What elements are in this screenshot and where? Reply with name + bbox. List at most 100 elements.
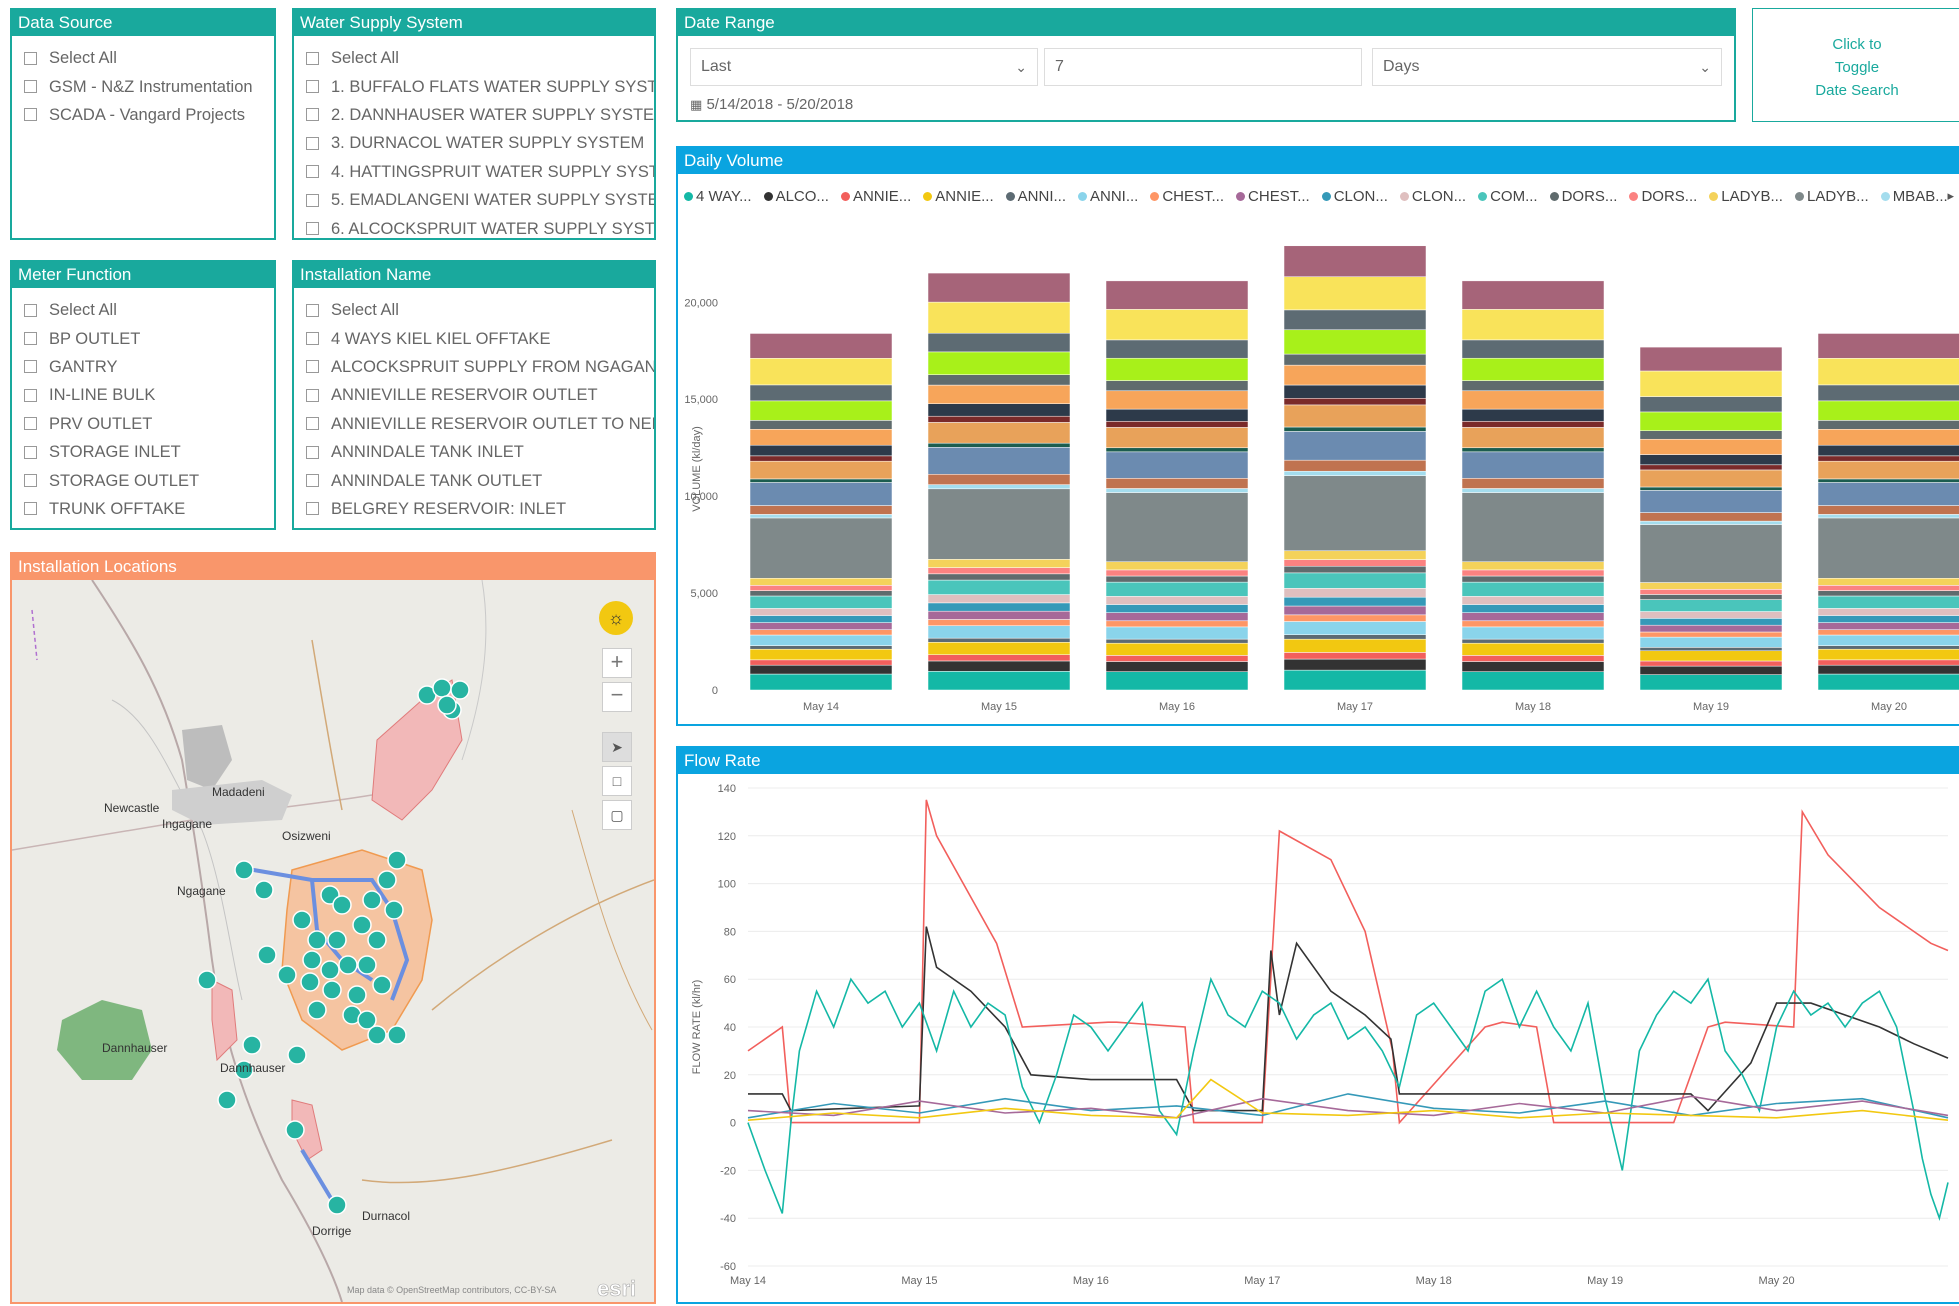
bar-segment[interactable]: [1283, 614, 1427, 622]
toggle-date-search-button[interactable]: Click to Toggle Date Search: [1752, 8, 1959, 122]
bar-segment[interactable]: [749, 420, 893, 430]
bar-segment[interactable]: [749, 517, 893, 579]
bar-segment[interactable]: [1639, 618, 1783, 626]
bar-segment[interactable]: [1461, 488, 1605, 493]
period-count-input[interactable]: 7: [1044, 48, 1362, 86]
slicer-option[interactable]: ANNIEVILLE RESERVOIR OUTLET: [306, 381, 654, 409]
bar-segment[interactable]: [749, 659, 893, 666]
bar-segment[interactable]: [1283, 245, 1427, 277]
bar-segment[interactable]: [1817, 505, 1959, 515]
bar-segment[interactable]: [1639, 411, 1783, 431]
checkbox[interactable]: [24, 474, 37, 488]
bar-segment[interactable]: [1461, 492, 1605, 563]
bar-segment[interactable]: [749, 505, 893, 515]
bar-segment[interactable]: [1461, 357, 1605, 381]
bar-segment[interactable]: [749, 608, 893, 616]
bar-segment[interactable]: [1817, 648, 1959, 661]
bar-segment[interactable]: [1639, 512, 1783, 522]
flow-series-line[interactable]: [747, 976, 1949, 1222]
bar-segment[interactable]: [1105, 626, 1249, 640]
legend-item[interactable]: 4 WAY...: [684, 188, 752, 205]
slicer-option[interactable]: GSM - N&Z Instrumentation: [24, 72, 274, 100]
bar-segment[interactable]: [1639, 594, 1783, 600]
bar-segment[interactable]: [749, 482, 893, 506]
checkbox[interactable]: [306, 388, 319, 402]
bar-segment[interactable]: [1639, 636, 1783, 648]
bar-segment[interactable]: [1817, 595, 1959, 609]
bar-segment[interactable]: [1105, 575, 1249, 583]
bar-segment[interactable]: [1105, 581, 1249, 597]
bar-segment[interactable]: [1105, 488, 1249, 493]
bar-stack[interactable]: [1639, 346, 1783, 691]
bar-segment[interactable]: [1817, 514, 1959, 519]
bar-segment[interactable]: [1639, 611, 1783, 619]
bar-segment[interactable]: [1461, 661, 1605, 672]
checkbox[interactable]: [306, 502, 319, 516]
bar-segment[interactable]: [1639, 396, 1783, 413]
bar-segment[interactable]: [1283, 550, 1427, 560]
bar-segment[interactable]: [1283, 353, 1427, 366]
bar-segment[interactable]: [1817, 608, 1959, 616]
checkbox[interactable]: [306, 222, 319, 236]
bar-stack[interactable]: [1461, 280, 1605, 691]
bar-segment[interactable]: [749, 648, 893, 661]
bar-segment[interactable]: [1461, 596, 1605, 605]
bar-segment[interactable]: [927, 374, 1071, 386]
checkbox[interactable]: [306, 136, 319, 150]
bar-segment[interactable]: [1105, 339, 1249, 359]
legend-item[interactable]: ANNIE...: [840, 188, 911, 205]
rect-select-button[interactable]: □: [602, 766, 632, 796]
bar-segment[interactable]: [1105, 671, 1249, 691]
bar-segment[interactable]: [1817, 634, 1959, 646]
slicer-option[interactable]: 4 WAYS KIEL KIEL OFFTAKE: [306, 324, 654, 352]
bar-segment[interactable]: [927, 384, 1071, 404]
bar-segment[interactable]: [927, 488, 1071, 560]
bar-stack[interactable]: [1105, 280, 1249, 691]
bar-segment[interactable]: [1105, 421, 1249, 428]
bar-segment[interactable]: [1283, 475, 1427, 552]
bar-segment[interactable]: [927, 579, 1071, 595]
bar-segment[interactable]: [749, 478, 893, 483]
bar-segment[interactable]: [1639, 647, 1783, 652]
flow-series-line[interactable]: [748, 926, 1949, 1112]
bar-segment[interactable]: [749, 428, 893, 446]
flow-series-line[interactable]: [747, 1078, 1949, 1121]
checkbox[interactable]: [24, 445, 37, 459]
zoom-out-button[interactable]: −: [602, 682, 632, 712]
slicer-option[interactable]: ALCOCKSPRUIT SUPPLY FROM NGAGANE: [306, 353, 654, 381]
bar-segment[interactable]: [1283, 398, 1427, 406]
checkbox[interactable]: [306, 303, 319, 317]
bar-segment[interactable]: [1283, 276, 1427, 311]
period-unit-dropdown[interactable]: Days ⌄: [1372, 48, 1722, 86]
legend-item[interactable]: ANNI...: [1005, 188, 1066, 205]
bar-segment[interactable]: [1817, 622, 1959, 630]
bar-segment[interactable]: [1817, 590, 1959, 597]
bar-segment[interactable]: [1639, 524, 1783, 583]
bar-segment[interactable]: [1461, 451, 1605, 479]
bar-segment[interactable]: [1461, 561, 1605, 571]
bar-segment[interactable]: [1105, 638, 1249, 644]
bar-segment[interactable]: [1817, 460, 1959, 480]
bar-segment[interactable]: [1105, 408, 1249, 422]
bar-stack[interactable]: [749, 333, 893, 691]
bar-segment[interactable]: [1105, 492, 1249, 563]
bar-segment[interactable]: [1461, 427, 1605, 449]
bar-segment[interactable]: [1639, 665, 1783, 675]
bar-segment[interactable]: [1283, 329, 1427, 355]
bar-segment[interactable]: [927, 559, 1071, 568]
bar-segment[interactable]: [749, 455, 893, 462]
bar-segment[interactable]: [927, 484, 1071, 490]
slicer-option[interactable]: IN-LINE BULK: [24, 381, 274, 409]
bar-segment[interactable]: [927, 671, 1071, 691]
bar-segment[interactable]: [927, 573, 1071, 581]
legend-item[interactable]: CHEST...: [1150, 188, 1224, 205]
bar-segment[interactable]: [1461, 642, 1605, 656]
bar-segment[interactable]: [1105, 390, 1249, 410]
flow-series-line[interactable]: [747, 799, 1949, 1125]
bar-segment[interactable]: [1817, 615, 1959, 623]
bar-segment[interactable]: [1461, 612, 1605, 622]
bar-segment[interactable]: [1639, 660, 1783, 667]
bar-segment[interactable]: [1817, 333, 1959, 359]
bar-segment[interactable]: [1817, 629, 1959, 636]
bar-segment[interactable]: [1639, 490, 1783, 513]
